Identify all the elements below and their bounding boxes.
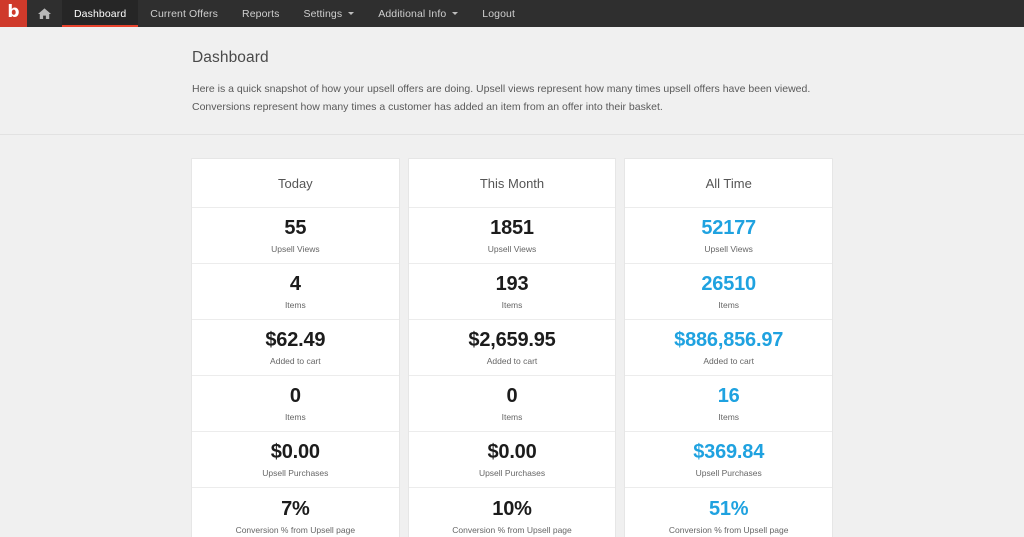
stat-value: 4 [289,273,301,295]
stat-value: 16 [717,385,740,407]
stat-value: $62.49 [265,329,326,351]
nav-item-label: Settings [303,7,343,20]
stat-label: Added to cart [270,356,321,366]
card-title: All Time [705,175,752,191]
stat-row: 51% Conversion % from Upsell page [625,488,832,537]
stat-value: 55 [284,217,307,239]
stat-value: 0 [506,385,518,407]
stat-value: 1851 [490,217,534,239]
stat-row: 0 Items [408,376,616,432]
stat-row: $62.49 Added to cart [192,320,399,376]
nav-item-label: Current Offers [150,7,219,20]
stat-label: Upsell Views [271,244,320,254]
stat-row: 16 Items [625,376,833,432]
stat-label: Added to cart [486,356,538,366]
stat-row: 7% Conversion % from Upsell page [192,488,399,537]
stat-row: 193 Items [408,264,616,320]
stat-value: 10% [492,497,532,520]
stat-label: Upsell Views [487,244,537,254]
stat-label: Items [718,412,740,422]
stat-value: $0.00 [270,441,320,463]
stat-value: 193 [495,273,529,295]
chevron-down-icon [452,12,459,15]
stats-card-this-month: This Month 1851 Upsell Views 193 Items $2,659… [407,158,617,537]
nav-item-logout[interactable]: Logout [470,0,527,27]
stats-card-all-time: All Time 52177 Upsell Views 26510 Items $886,… [624,158,834,537]
stat-label: Conversion % from Upsell page [452,524,572,535]
stat-label: Items [501,412,523,422]
stats-cards-area: Today 55 Upsell Views 4 Items $62.49 Added to … [0,135,1024,537]
page-title: Dashboard [192,49,269,66]
stat-row: $0.00 Upsell Purchases [408,432,616,488]
stat-value: 26510 [701,273,756,295]
stat-value: 52177 [701,217,756,239]
stat-value: 51% [708,497,749,520]
nav-item-dashboard[interactable]: Dashboard [62,0,139,27]
stat-label: Upsell Views [704,244,753,254]
page-description: Here is a quick snapshot of how your ups… [192,83,811,113]
stat-value: $2,659.95 [468,329,556,351]
stat-value: $369.84 [693,441,765,463]
stat-row: 10% Conversion % from Upsell page [409,488,616,537]
stat-label: Conversion % from Upsell page [668,524,789,535]
stat-label: Upsell Purchases [695,468,762,478]
nav-item-label: Logout [482,7,516,20]
stat-value: $886,856.97 [674,329,784,351]
stat-row: $886,856.97 Added to cart [625,320,833,376]
nav-item-current-offers[interactable]: Current Offers [138,0,230,27]
stat-value: 0 [289,385,301,407]
home-icon[interactable] [27,0,62,27]
stat-row: 55 Upsell Views [192,208,399,264]
stats-cards-row: Today 55 Upsell Views 4 Items $62.49 Added to … [0,158,1024,537]
stat-label: Items [284,412,306,422]
stat-label: Items [501,300,523,310]
nav-item-settings[interactable]: Settings [291,0,366,27]
stat-row: $0.00 Upsell Purchases [192,432,399,488]
stat-label: Conversion % from Upsell page [235,524,356,535]
brand-logo[interactable]: b [0,0,27,27]
stat-row: 1851 Upsell Views [408,208,616,264]
stat-value: 7% [281,497,310,520]
brand-letter: b [7,2,20,22]
card-header: Today [192,159,399,208]
nav-item-label: Dashboard [74,7,127,20]
stat-label: Upsell Purchases [478,468,546,478]
card-header: This Month [408,159,616,208]
stat-value: $0.00 [487,441,537,463]
stat-row: 26510 Items [625,264,833,320]
stat-label: Upsell Purchases [262,468,329,478]
card-header: All Time [625,159,833,208]
card-title: This Month [479,175,545,191]
nav-item-label: Reports [242,7,280,20]
stat-label: Items [284,300,306,310]
stat-row: $2,659.95 Added to cart [408,320,616,376]
stat-row: $369.84 Upsell Purchases [625,432,833,488]
stat-row: 52177 Upsell Views [625,208,833,264]
stat-label: Added to cart [703,356,754,366]
nav-item-label: Additional Info [378,7,447,20]
nav-item-additional-info[interactable]: Additional Info [366,0,470,27]
stat-row: 0 Items [192,376,399,432]
stats-card-today: Today 55 Upsell Views 4 Items $62.49 Added to … [191,158,400,537]
stat-row: 4 Items [192,264,399,320]
chevron-down-icon [348,12,355,15]
nav-item-reports[interactable]: Reports [230,0,291,27]
stat-label: Items [718,300,740,310]
card-title: Today [277,175,313,191]
page-header: Dashboard Here is a quick snapshot of ho… [0,27,1024,135]
top-navbar: b Dashboard Current Offers Reports Settings… [0,0,1024,27]
